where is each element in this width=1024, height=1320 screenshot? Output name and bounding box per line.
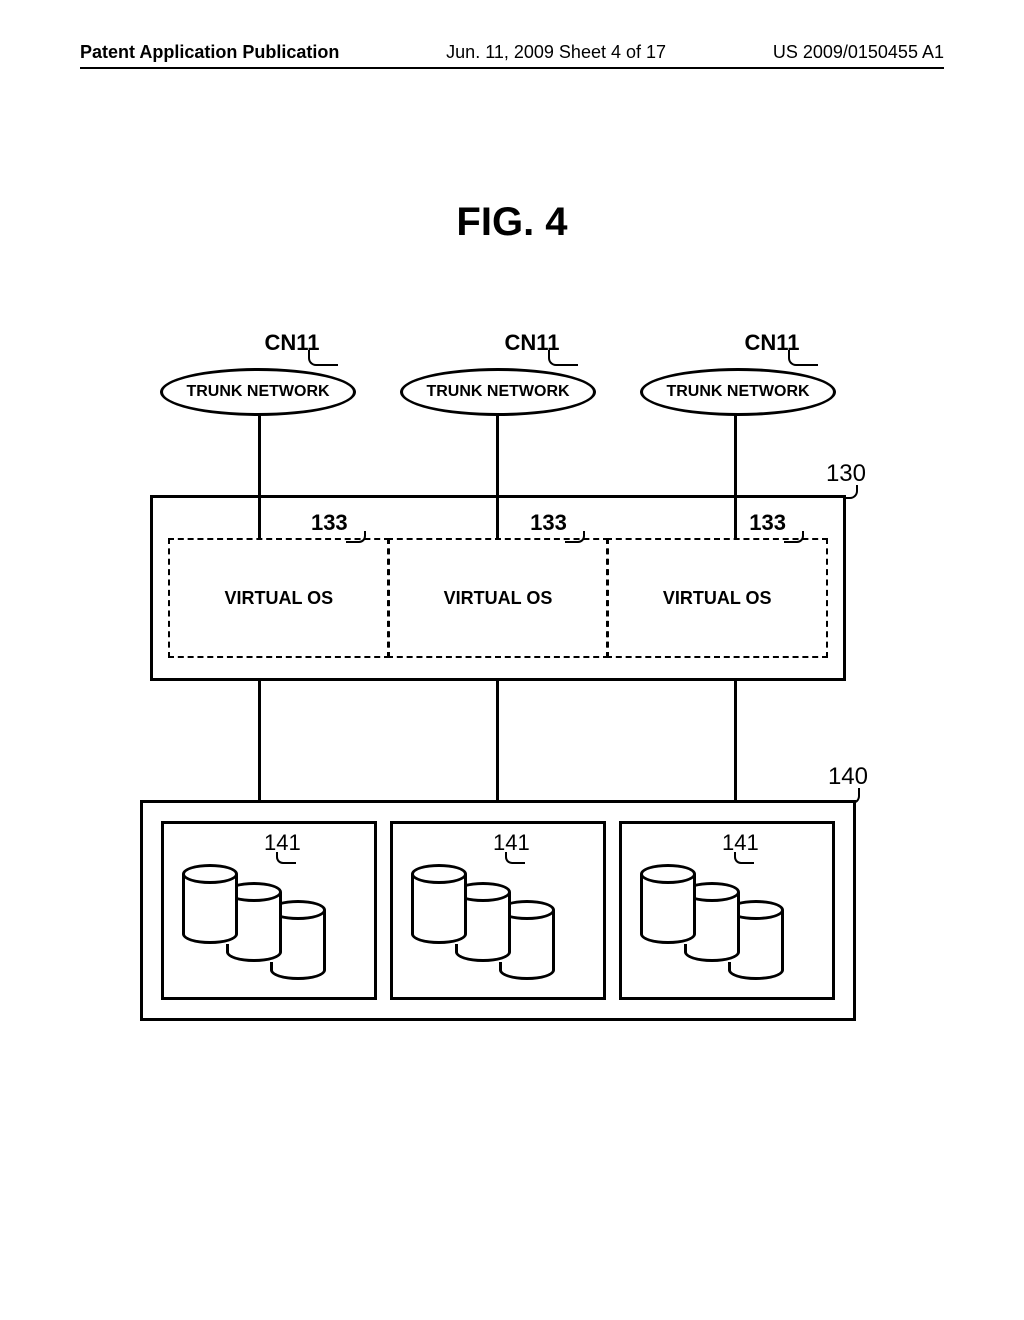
- virtual-os-label: VIRTUAL OS: [663, 588, 772, 609]
- trunk-network-cloud: TRUNK NETWORK: [640, 368, 836, 416]
- trunk-network-item: CN11 TRUNK NETWORK: [640, 330, 840, 430]
- storage-host-box: 141 141 141: [140, 800, 856, 1021]
- connector-line: [258, 415, 261, 497]
- trunk-network-item: CN11 TRUNK NETWORK: [400, 330, 600, 430]
- trunk-ref-label: CN11: [192, 330, 392, 356]
- virtual-os-ref: 133: [311, 510, 348, 536]
- trunk-network-row: CN11 TRUNK NETWORK CN11 TRUNK NETWORK CN…: [150, 330, 850, 430]
- connector-line: [496, 498, 499, 538]
- trunk-ref-label: CN11: [432, 330, 632, 356]
- connector-line: [496, 415, 499, 497]
- figure-title: FIG. 4: [0, 200, 1024, 245]
- connector-line: [258, 498, 261, 538]
- leader-line: [788, 350, 818, 366]
- virtual-os-ref: 133: [749, 510, 786, 536]
- leader-line: [276, 852, 296, 864]
- storage-group: 141: [619, 821, 835, 1000]
- connector-line: [734, 498, 737, 538]
- storage-cylinder-icon: [640, 864, 696, 944]
- trunk-network-cloud: TRUNK NETWORK: [400, 368, 596, 416]
- virtual-os-box: 133 VIRTUAL OS: [168, 538, 390, 658]
- leader-line: [565, 531, 585, 543]
- architecture-diagram: CN11 TRUNK NETWORK CN11 TRUNK NETWORK CN…: [150, 330, 850, 1030]
- trunk-network-cloud: TRUNK NETWORK: [160, 368, 356, 416]
- connector-line: [734, 415, 737, 497]
- storage-group: 141: [390, 821, 606, 1000]
- header-center: Jun. 11, 2009 Sheet 4 of 17: [446, 42, 666, 63]
- storage-group: 141: [161, 821, 377, 1000]
- virtual-os-row: 133 VIRTUAL OS 133 VIRTUAL OS 133 VIRTUA…: [168, 538, 828, 658]
- leader-line: [548, 350, 578, 366]
- virtual-os-label: VIRTUAL OS: [444, 588, 553, 609]
- storage-cylinder-icon: [182, 864, 238, 944]
- box-130-ref: 130: [826, 460, 866, 488]
- leader-line: [784, 531, 804, 543]
- virtual-os-box: 133 VIRTUAL OS: [606, 538, 828, 658]
- header-right: US 2009/0150455 A1: [773, 42, 944, 63]
- connector-line: [258, 678, 261, 800]
- virtual-os-box: 133 VIRTUAL OS: [387, 538, 609, 658]
- connector-line: [734, 678, 737, 800]
- virtual-os-label: VIRTUAL OS: [224, 588, 333, 609]
- storage-row: 141 141 141: [143, 803, 853, 1018]
- virtual-os-ref: 133: [530, 510, 567, 536]
- leader-line: [734, 852, 754, 864]
- connector-line: [496, 678, 499, 800]
- virtual-os-host-box: 133 VIRTUAL OS 133 VIRTUAL OS 133 VIRTUA…: [150, 495, 846, 681]
- page-header: Patent Application Publication Jun. 11, …: [80, 42, 944, 69]
- leader-line: [346, 531, 366, 543]
- leader-line: [505, 852, 525, 864]
- storage-cylinder-icon: [411, 864, 467, 944]
- leader-line: [308, 350, 338, 366]
- trunk-ref-label: CN11: [672, 330, 872, 356]
- box-140-ref: 140: [828, 763, 868, 791]
- header-left: Patent Application Publication: [80, 42, 339, 63]
